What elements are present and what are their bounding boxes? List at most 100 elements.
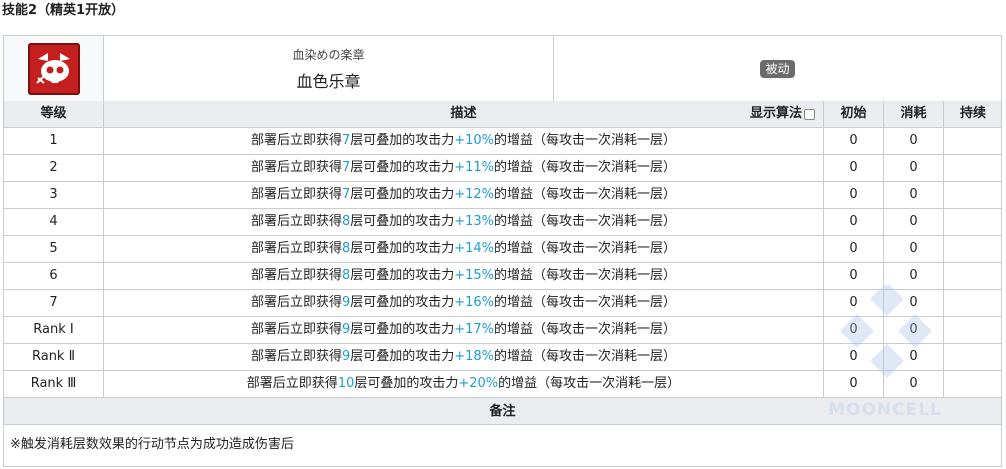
atk-bonus: +13% bbox=[454, 214, 495, 229]
table-row: 5 部署后立即获得8层可叠加的攻击力+14%的增益（每攻击一次消耗一层） 0 0 bbox=[4, 236, 1001, 263]
desc-cell: 部署后立即获得9层可叠加的攻击力+16%的增益（每攻击一次消耗一层） bbox=[104, 290, 824, 316]
cost-cell: 0 bbox=[884, 263, 944, 289]
stack-count: 7 bbox=[341, 133, 351, 148]
table-row: Rank Ⅲ 部署后立即获得10层可叠加的攻击力+20%的增益（每攻击一次消耗一… bbox=[4, 371, 1001, 398]
skill-name-jp: 血染めの楽章 bbox=[292, 48, 365, 62]
cost-cell: 0 bbox=[884, 290, 944, 316]
skill-table: 血染めの楽章 血色乐章 被动 等级 描述 显示算法 初始 消耗 持续 1 部署后… bbox=[3, 35, 1002, 467]
table-row: 1 部署后立即获得7层可叠加的攻击力+10%的增益（每攻击一次消耗一层） 0 0 bbox=[4, 128, 1001, 155]
stack-count: 8 bbox=[341, 268, 351, 283]
table-row: 2 部署后立即获得7层可叠加的攻击力+11%的增益（每攻击一次消耗一层） 0 0 bbox=[4, 155, 1001, 182]
init-cell: 0 bbox=[824, 290, 884, 316]
init-header: 初始 bbox=[824, 101, 884, 127]
desc-cell: 部署后立即获得8层可叠加的攻击力+14%的增益（每攻击一次消耗一层） bbox=[104, 236, 824, 262]
cost-cell: 0 bbox=[884, 182, 944, 208]
table-row: 3 部署后立即获得7层可叠加的攻击力+12%的增益（每攻击一次消耗一层） 0 0 bbox=[4, 182, 1001, 209]
atk-bonus: +18% bbox=[454, 349, 495, 364]
duration-cell bbox=[944, 263, 1002, 289]
notes-header: 备注 bbox=[4, 398, 1001, 425]
duration-cell bbox=[944, 209, 1002, 235]
stack-count: 9 bbox=[341, 349, 351, 364]
skill-name-cell: 血染めの楽章 血色乐章 bbox=[104, 36, 554, 101]
init-cell: 0 bbox=[824, 317, 884, 343]
cost-cell: 0 bbox=[884, 317, 944, 343]
desc-cell: 部署后立即获得7层可叠加的攻击力+11%的增益（每攻击一次消耗一层） bbox=[104, 155, 824, 181]
atk-bonus: +20% bbox=[458, 376, 499, 391]
init-cell: 0 bbox=[824, 263, 884, 289]
level-cell: 1 bbox=[4, 128, 104, 154]
skill-type-cell: 被动 bbox=[554, 36, 1001, 101]
cost-cell: 0 bbox=[884, 209, 944, 235]
show-algorithm-toggle[interactable]: 显示算法 bbox=[750, 101, 815, 127]
show-algorithm-label: 显示算法 bbox=[749, 106, 802, 121]
init-cell: 0 bbox=[824, 155, 884, 181]
atk-bonus: +10% bbox=[454, 133, 495, 148]
desc-cell: 部署后立即获得9层可叠加的攻击力+18%的增益（每攻击一次消耗一层） bbox=[104, 344, 824, 370]
level-cell: 3 bbox=[4, 182, 104, 208]
desc-cell: 部署后立即获得9层可叠加的攻击力+17%的增益（每攻击一次消耗一层） bbox=[104, 317, 824, 343]
desc-cell: 部署后立即获得8层可叠加的攻击力+15%的增益（每攻击一次消耗一层） bbox=[104, 263, 824, 289]
cost-cell: 0 bbox=[884, 155, 944, 181]
level-cell: 4 bbox=[4, 209, 104, 235]
passive-badge: 被动 bbox=[760, 59, 795, 78]
section-title: 技能2（精英1开放） bbox=[2, 3, 125, 18]
stack-count: 7 bbox=[341, 160, 351, 175]
skill-header-row: 血染めの楽章 血色乐章 被动 bbox=[4, 36, 1001, 101]
duration-cell bbox=[944, 182, 1002, 208]
cost-cell: 0 bbox=[884, 371, 944, 397]
cost-cell: 0 bbox=[884, 344, 944, 370]
stack-count: 9 bbox=[341, 295, 351, 310]
level-cell: 7 bbox=[4, 290, 104, 316]
skill-icon-cell bbox=[4, 36, 104, 101]
duration-cell bbox=[944, 344, 1002, 370]
table-row: Rank Ⅰ 部署后立即获得9层可叠加的攻击力+17%的增益（每攻击一次消耗一层… bbox=[4, 317, 1001, 344]
desc-header-cell: 描述 显示算法 bbox=[104, 101, 824, 127]
atk-bonus: +17% bbox=[454, 322, 495, 337]
init-cell: 0 bbox=[824, 128, 884, 154]
stack-count: 10 bbox=[337, 376, 355, 391]
level-cell: Rank Ⅲ bbox=[4, 371, 104, 397]
duration-cell bbox=[944, 317, 1002, 343]
level-cell: Rank Ⅰ bbox=[4, 317, 104, 343]
duration-cell bbox=[944, 236, 1002, 262]
table-row: 4 部署后立即获得8层可叠加的攻击力+13%的增益（每攻击一次消耗一层） 0 0 bbox=[4, 209, 1001, 236]
atk-bonus: +11% bbox=[454, 160, 495, 175]
level-header: 等级 bbox=[4, 101, 104, 127]
red-skull-skill-icon bbox=[27, 42, 80, 95]
notes-text: ※触发消耗层数效果的行动节点为成功造成伤害后 bbox=[4, 425, 1001, 466]
init-cell: 0 bbox=[824, 209, 884, 235]
show-algorithm-checkbox[interactable] bbox=[804, 108, 815, 120]
atk-bonus: +14% bbox=[454, 241, 495, 256]
init-cell: 0 bbox=[824, 371, 884, 397]
cost-cell: 0 bbox=[884, 128, 944, 154]
duration-cell bbox=[944, 155, 1002, 181]
cost-cell: 0 bbox=[884, 236, 944, 262]
duration-cell bbox=[944, 128, 1002, 154]
stack-count: 7 bbox=[341, 187, 351, 202]
desc-cell: 部署后立即获得8层可叠加的攻击力+13%的增益（每攻击一次消耗一层） bbox=[104, 209, 824, 235]
desc-cell: 部署后立即获得7层可叠加的攻击力+12%的增益（每攻击一次消耗一层） bbox=[104, 182, 824, 208]
stack-count: 8 bbox=[341, 214, 351, 229]
desc-header: 描述 bbox=[450, 106, 477, 121]
stack-count: 8 bbox=[341, 241, 351, 256]
duration-cell bbox=[944, 371, 1002, 397]
level-cell: 6 bbox=[4, 263, 104, 289]
level-cell: 5 bbox=[4, 236, 104, 262]
atk-bonus: +12% bbox=[454, 187, 495, 202]
duration-cell bbox=[944, 290, 1002, 316]
atk-bonus: +16% bbox=[454, 295, 495, 310]
desc-cell: 部署后立即获得10层可叠加的攻击力+20%的增益（每攻击一次消耗一层） bbox=[104, 371, 824, 397]
table-row: 6 部署后立即获得8层可叠加的攻击力+15%的增益（每攻击一次消耗一层） 0 0 bbox=[4, 263, 1001, 290]
atk-bonus: +15% bbox=[454, 268, 495, 283]
table-row: 7 部署后立即获得9层可叠加的攻击力+16%的增益（每攻击一次消耗一层） 0 0 bbox=[4, 290, 1001, 317]
level-cell: 2 bbox=[4, 155, 104, 181]
skill-name-cn: 血色乐章 bbox=[296, 72, 361, 91]
stack-count: 9 bbox=[341, 322, 351, 337]
table-row: Rank Ⅱ 部署后立即获得9层可叠加的攻击力+18%的增益（每攻击一次消耗一层… bbox=[4, 344, 1001, 371]
cost-header: 消耗 bbox=[884, 101, 944, 127]
init-cell: 0 bbox=[824, 236, 884, 262]
init-cell: 0 bbox=[824, 182, 884, 208]
init-cell: 0 bbox=[824, 344, 884, 370]
grid-header-row: 等级 描述 显示算法 初始 消耗 持续 bbox=[4, 101, 1001, 128]
desc-cell: 部署后立即获得7层可叠加的攻击力+10%的增益（每攻击一次消耗一层） bbox=[104, 128, 824, 154]
